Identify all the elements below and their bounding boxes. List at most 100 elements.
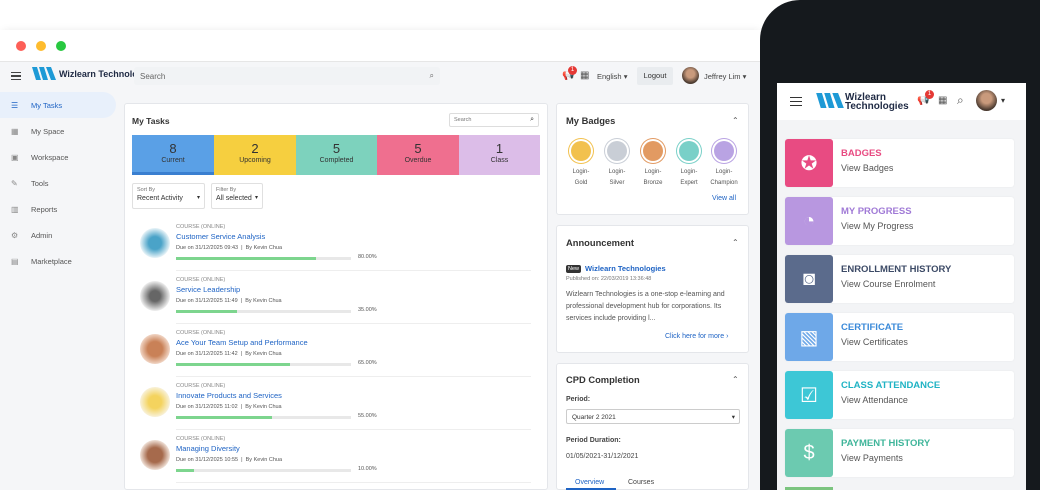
avatar[interactable] [976,90,997,111]
wrench-icon: ✎ [11,178,18,188]
course-title-link[interactable]: Customer Service Analysis [176,232,265,241]
course-title-link[interactable]: Service Leadership [176,285,240,294]
logo-mark-icon [32,67,56,80]
sidebar-item-my-space[interactable]: ▦ My Space [0,118,120,144]
course-thumbnail[interactable] [140,334,170,364]
grid-icon: ▦ [11,126,19,136]
period-duration-value: 01/05/2021-31/12/2021 [566,453,639,460]
top-bar [0,30,760,62]
progress-bar [176,363,351,366]
sidebar-item-my-tasks[interactable]: ☰ My Tasks [0,92,116,118]
window-controls [16,41,66,51]
announcement-body: Wizlearn Technologies is a one-stop e-le… [566,291,725,322]
maximize-dot-icon[interactable] [56,41,66,51]
stat-overdue[interactable]: 5 Overdue [377,135,459,175]
period-select[interactable]: Quarter 2 2021 ▾ [566,409,740,424]
active-tab-indicator [132,172,214,175]
stat-class[interactable]: 1 Class [459,135,540,175]
gear-icon: ⚙ [11,230,19,240]
language-select[interactable]: English ▾ [597,72,627,81]
progress-bar [176,310,351,313]
sidebar: ☰ My Tasks ▦ My Space ▣ Workspace ✎ Tools ▥ R… [0,92,120,274]
badge-bronze[interactable]: Login- Bronze [638,141,668,189]
task-item: COURSE (ONLINE) Ace Your Team Setup and … [138,330,538,380]
chevron-down-icon: ▾ [196,195,200,201]
sidebar-item-tools[interactable]: ✎ Tools [0,170,120,196]
phone-menu-class-attendance[interactable]: ☑ CLASS ATTENDANCE View Attendance [785,371,1014,419]
course-thumbnail[interactable] [140,281,170,311]
badge-gold[interactable]: Login- Gold [566,141,596,189]
announcement-title: Announcement [566,238,635,248]
logo-mark-icon [816,93,844,108]
phone-header: Wizlearn Technologies 📢 1 ▦ ⌕ ▾ [777,83,1026,120]
course-thumbnail[interactable] [140,440,170,470]
course-title-link[interactable]: Managing Diversity [176,444,240,453]
search-icon[interactable]: ⌕ [957,93,964,108]
course-title-link[interactable]: Innovate Products and Services [176,391,282,400]
store-icon: ▤ [11,256,19,266]
task-item: COURSE (ONLINE) Innovate Products and Se… [138,383,538,433]
cpd-title: CPD Completion [566,375,640,385]
tasks-icon: ☰ [11,100,19,110]
phone-menu-payment-history[interactable]: $ PAYMENT HISTORY View Payments [785,429,1014,477]
new-tag: New [566,265,582,273]
avatar[interactable] [682,67,699,84]
chevron-down-icon[interactable]: ▾ [1001,96,1005,105]
search-input[interactable]: Search ⌕ [134,67,440,85]
stat-current[interactable]: 8 Current [132,135,214,175]
progress-bar [176,469,351,472]
badge-medal-icon [643,141,663,161]
badge-expert[interactable]: Login- Expert [674,141,704,189]
stat-completed[interactable]: 5 Completed [296,135,377,175]
announcement-org-link[interactable]: Wizlearn Technologies [585,264,666,273]
search-icon: ⌕ [429,71,434,80]
menu-icon[interactable] [790,97,802,106]
notification-badge: 1 [568,66,577,75]
badge-champion[interactable]: Login- Champion [709,141,739,189]
task-item: COURSE (ONLINE) Managing Diversity Due o… [138,436,538,486]
phone-menu-my-progress[interactable]: ◔ MY PROGRESS View My Progress [785,197,1014,245]
close-dot-icon[interactable] [16,41,26,51]
phone-menu-enrollment-history[interactable]: ◙ ENROLLMENT HISTORY View Course Enrolme… [785,255,1014,303]
sidebar-item-workspace[interactable]: ▣ Workspace [0,144,120,170]
badge-medal-icon [679,141,699,161]
task-item: COURSE (ONLINE) Customer Service Analysi… [138,224,538,274]
sidebar-item-marketplace[interactable]: ▤ Marketplace [0,248,120,274]
history-icon: ◙ [785,255,833,303]
tasks-search-input[interactable]: Search ⌕ [449,113,539,127]
badge-medal-icon [607,141,627,161]
filter-by-dropdown[interactable]: Filter By All selected ▾ [211,183,263,209]
badge-medal-icon [714,141,734,161]
tab-courses[interactable]: Courses [628,479,654,486]
progress-icon: ◔ [785,197,833,245]
sidebar-item-admin[interactable]: ⚙ Admin [0,222,120,248]
click-here-more-link[interactable]: Click here for more › [665,333,728,340]
period-duration-label: Period Duration: [566,437,621,444]
course-title-link[interactable]: Ace Your Team Setup and Performance [176,338,308,347]
course-thumbnail[interactable] [140,387,170,417]
chart-icon: ▥ [11,204,19,214]
phone-menu-certificate[interactable]: ▧ CERTIFICATE View Certificates [785,313,1014,361]
phone-menu-badges[interactable]: ✪ BADGES View Badges [785,139,1014,187]
course-thumbnail[interactable] [140,228,170,258]
badge-medal-icon [571,141,591,161]
briefcase-icon: ▣ [11,152,19,162]
chevron-right-icon: › [726,333,729,340]
user-menu[interactable]: Jeffrey Lim ▾ [704,72,746,81]
attendance-icon: ☑ [785,371,833,419]
stat-upcoming[interactable]: 2 Upcoming [214,135,296,175]
logout-button[interactable]: Logout [637,67,673,85]
task-item: COURSE (ONLINE) Service Leadership Due o… [138,277,538,327]
chevron-down-icon: ▾ [731,414,735,421]
calendar-icon[interactable]: ▦ [580,70,589,81]
view-all-link[interactable]: View all [712,195,736,202]
badge-silver[interactable]: Login- Silver [602,141,632,189]
menu-icon[interactable] [11,72,21,80]
payment-icon: $ [785,429,833,477]
sort-by-dropdown[interactable]: Sort By Recent Activity ▾ [132,183,205,209]
my-tasks-title: My Tasks [132,116,170,126]
tab-overview[interactable]: Overview [575,479,604,486]
minimize-dot-icon[interactable] [36,41,46,51]
calendar-icon[interactable]: ▦ [938,95,947,106]
sidebar-item-reports[interactable]: ▥ Reports [0,196,120,222]
